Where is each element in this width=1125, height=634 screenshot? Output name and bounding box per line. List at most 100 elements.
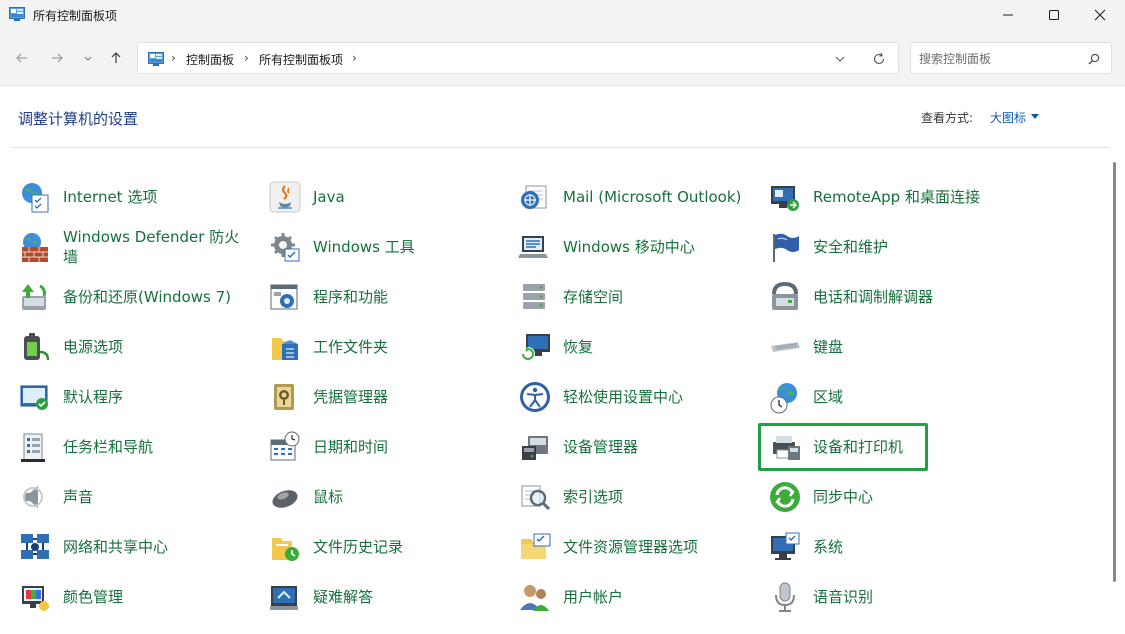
- item-label: 凭据管理器: [313, 388, 389, 406]
- item-label: 安全和维护: [813, 238, 889, 256]
- item-label: 鼠标: [313, 488, 344, 506]
- control-panel-item-color-management[interactable]: 颜色管理: [18, 577, 123, 617]
- item-label: 系统: [813, 538, 844, 556]
- control-panel-item-explorer-options[interactable]: 文件资源管理器选项: [518, 527, 698, 567]
- item-label: 任务栏和导航: [63, 438, 154, 456]
- control-panel-icon: [148, 52, 164, 66]
- region-icon: [768, 380, 802, 414]
- breadcrumb-separator-icon: ›: [171, 51, 176, 65]
- control-panel-item-date-time[interactable]: 日期和时间: [268, 427, 388, 467]
- control-panel-item-work-folders[interactable]: 工作文件夹: [268, 327, 388, 367]
- breadcrumb-all-items[interactable]: 所有控制面板项: [259, 51, 343, 68]
- item-label: 电源选项: [63, 338, 124, 356]
- control-panel-item-programs-features[interactable]: 程序和功能: [268, 277, 388, 317]
- forward-button[interactable]: [47, 48, 67, 68]
- item-label: RemoteApp 和桌面连接: [813, 188, 980, 206]
- header-divider: [12, 147, 1109, 148]
- control-panel-item-windows-tools[interactable]: Windows 工具: [268, 227, 415, 267]
- programs-features-icon: [268, 280, 302, 314]
- control-panel-item-credential-manager[interactable]: 凭据管理器: [268, 377, 388, 417]
- address-bar[interactable]: › 控制面板 › 所有控制面板项 ›: [137, 42, 899, 74]
- control-panel-item-security-maintenance[interactable]: 安全和维护: [768, 227, 888, 267]
- control-panel-item-remoteapp[interactable]: RemoteApp 和桌面连接: [768, 177, 980, 217]
- navigation-bar: › 控制面板 › 所有控制面板项 ›: [0, 30, 1125, 86]
- search-input[interactable]: [919, 49, 1079, 69]
- view-by-label: 查看方式:: [921, 111, 974, 125]
- ease-of-access-icon: [518, 380, 552, 414]
- close-icon: [1094, 9, 1106, 21]
- item-label: 索引选项: [563, 488, 624, 506]
- item-label: Windows 移动中心: [563, 238, 695, 256]
- speech-recognition-icon: [768, 580, 802, 614]
- control-panel-item-internet-options[interactable]: Internet 选项: [18, 177, 157, 217]
- control-panel-item-recovery[interactable]: 恢复: [518, 327, 593, 367]
- scrollbar[interactable]: [1113, 162, 1116, 582]
- file-history-icon: [268, 530, 302, 564]
- maximize-button[interactable]: [1031, 0, 1077, 30]
- control-panel-item-phone-modem[interactable]: 电话和调制解调器: [768, 277, 933, 317]
- control-panel-item-backup-restore[interactable]: 备份和还原(Windows 7): [18, 277, 231, 317]
- control-panel-item-mobility-center[interactable]: Windows 移动中心: [518, 227, 695, 267]
- up-button[interactable]: [106, 48, 126, 68]
- control-panel-item-java[interactable]: Java: [268, 177, 345, 217]
- search-box[interactable]: [910, 42, 1112, 74]
- item-label: Windows 工具: [313, 238, 415, 256]
- control-panel-item-system[interactable]: 系统: [768, 527, 843, 567]
- color-management-icon: [18, 580, 52, 614]
- item-label: Internet 选项: [63, 188, 158, 206]
- control-panel-item-ease-of-access[interactable]: 轻松使用设置中心: [518, 377, 683, 417]
- control-panel-item-sound[interactable]: 声音: [18, 477, 93, 517]
- control-panel-item-mouse[interactable]: 鼠标: [268, 477, 343, 517]
- chevron-down-icon: [84, 56, 92, 61]
- arrow-up-icon: [111, 52, 121, 63]
- control-panel-item-region[interactable]: 区域: [768, 377, 843, 417]
- minimize-button[interactable]: [985, 0, 1031, 30]
- item-label: 文件资源管理器选项: [563, 538, 699, 556]
- breadcrumb-control-panel[interactable]: 控制面板: [186, 51, 234, 68]
- refresh-icon[interactable]: [872, 52, 886, 66]
- control-panel-item-indexing-options[interactable]: 索引选项: [518, 477, 623, 517]
- control-panel-item-network[interactable]: 网络和共享中心: [18, 527, 168, 567]
- content-area: 调整计算机的设置 查看方式: 大图标 Internet 选项 Windows De…: [0, 87, 1125, 634]
- taskbar-icon: [18, 430, 52, 464]
- recent-locations-button[interactable]: [78, 48, 98, 68]
- control-panel-item-firewall[interactable]: Windows Defender 防火墙: [18, 227, 253, 267]
- control-panel-item-sync-center[interactable]: 同步中心: [768, 477, 873, 517]
- control-panel-item-taskbar[interactable]: 任务栏和导航: [18, 427, 153, 467]
- item-label: 颜色管理: [63, 588, 124, 606]
- arrow-left-icon: [16, 53, 27, 63]
- credential-manager-icon: [268, 380, 302, 414]
- control-panel-item-speech-recognition[interactable]: 语音识别: [768, 577, 873, 617]
- search-icon[interactable]: [1087, 52, 1101, 66]
- java-icon: [268, 180, 302, 214]
- control-panel-item-default-programs[interactable]: 默认程序: [18, 377, 123, 417]
- caret-down-icon[interactable]: [1031, 114, 1039, 119]
- recovery-icon: [518, 330, 552, 364]
- security-maintenance-icon: [768, 230, 802, 264]
- close-button[interactable]: [1077, 0, 1123, 30]
- item-label: 恢复: [563, 338, 594, 356]
- item-label: 区域: [813, 388, 844, 406]
- item-label: 同步中心: [813, 488, 874, 506]
- control-panel-item-device-manager[interactable]: 设备管理器: [518, 427, 638, 467]
- chevron-down-icon[interactable]: [834, 53, 846, 65]
- default-programs-icon: [18, 380, 52, 414]
- control-panel-item-keyboard[interactable]: 键盘: [768, 327, 843, 367]
- work-folders-icon: [268, 330, 302, 364]
- internet-options-icon: [18, 180, 52, 214]
- item-label: 工作文件夹: [313, 338, 389, 356]
- control-panel-item-user-accounts[interactable]: 用户帐户: [518, 577, 623, 617]
- control-panel-item-troubleshooting[interactable]: 疑难解答: [268, 577, 373, 617]
- control-panel-item-power-options[interactable]: 电源选项: [18, 327, 123, 367]
- phone-modem-icon: [768, 280, 802, 314]
- control-panel-item-storage-spaces[interactable]: 存储空间: [518, 277, 623, 317]
- back-button[interactable]: [12, 48, 32, 68]
- remoteapp-icon: [768, 180, 802, 214]
- view-by-dropdown[interactable]: 大图标: [990, 109, 1026, 126]
- item-label: Windows Defender 防火墙: [63, 228, 240, 266]
- item-label: 日期和时间: [313, 438, 389, 456]
- item-label: 语音识别: [813, 588, 874, 606]
- control-panel-item-mail[interactable]: Mail (Microsoft Outlook): [518, 177, 741, 217]
- control-panel-item-file-history[interactable]: 文件历史记录: [268, 527, 403, 567]
- user-accounts-icon: [518, 580, 552, 614]
